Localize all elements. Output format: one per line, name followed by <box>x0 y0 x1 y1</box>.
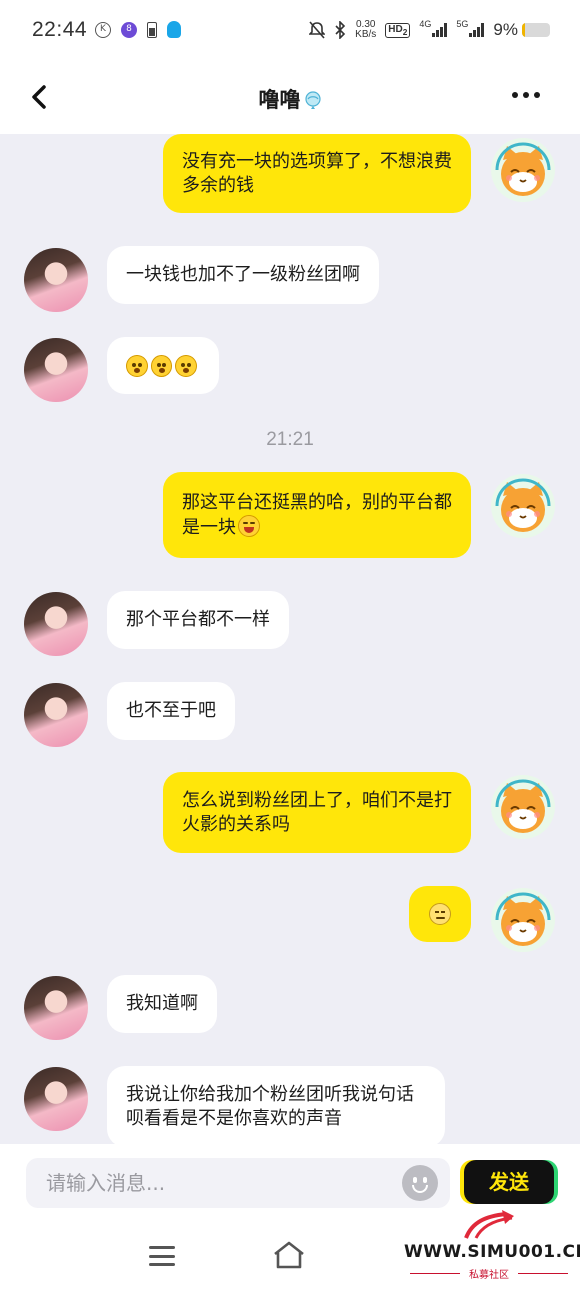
battery-percent: 9% <box>493 20 518 39</box>
message-bubble-received[interactable]: 也不至于吧 <box>107 682 235 740</box>
message-timestamp: 21:21 <box>266 429 314 450</box>
contact-avatar[interactable] <box>24 592 88 656</box>
cat-avatar-icon <box>495 779 551 833</box>
fan-badge-icon <box>304 91 321 109</box>
cat-avatar-icon <box>495 142 551 196</box>
message-bubble-sent[interactable]: 那这平台还挺黑的哈，别的平台都是一块 <box>163 472 471 558</box>
menu-icon[interactable] <box>149 1246 175 1266</box>
net-type-2: 5G <box>456 19 469 29</box>
watermark-logo-icon <box>464 1210 514 1239</box>
more-dots-icon[interactable] <box>512 92 540 98</box>
net-type-1: 4G <box>419 19 432 29</box>
emoji-picker-icon[interactable] <box>402 1165 438 1201</box>
message-bubble-received[interactable]: 我知道啊 <box>107 975 217 1033</box>
message-input-container[interactable] <box>26 1158 450 1208</box>
contact-name: 噜噜 <box>258 88 301 112</box>
flushed-emoji-icon <box>150 354 173 377</box>
k-app-icon: K <box>95 21 111 38</box>
message-bubble-sent[interactable]: 没有充一块的选项算了，不想浪费多余的钱 <box>163 134 471 213</box>
watermark-subtitle: 私募社区 <box>404 1266 574 1281</box>
grin-tongue-emoji-icon <box>238 514 260 537</box>
watermark-text: WWW.SIMU001.CN <box>404 1242 580 1262</box>
send-button[interactable]: 发送 <box>464 1160 554 1204</box>
qq-icon <box>167 21 181 38</box>
hd-voice-icon: HD2 <box>385 22 411 38</box>
status-time: 22:44 <box>32 18 88 41</box>
flushed-emoji-icon <box>126 354 148 377</box>
status-notification-icons: K 8 <box>95 21 181 38</box>
signal-1-icon <box>432 23 448 37</box>
message-bubble-received[interactable]: 我说让你给我加个粉丝团听我说句话呗看看是不是你喜欢的声音 <box>107 1066 445 1144</box>
chat-title[interactable]: 噜噜 <box>0 84 580 114</box>
my-avatar[interactable] <box>491 888 555 952</box>
cat-avatar-icon <box>495 892 551 946</box>
contact-avatar[interactable] <box>24 976 88 1040</box>
battery-icon <box>522 23 550 37</box>
chat-header: 噜噜 <box>0 64 580 134</box>
message-bubble-sent[interactable]: 怎么说到粉丝团上了，咱们不是打火影的关系吗 <box>163 772 471 853</box>
contact-avatar[interactable] <box>24 248 88 312</box>
chat-message-list[interactable]: 没有充一块的选项算了，不想浪费多余的钱 一块钱也加不了一级粉丝团啊 21:21 … <box>0 134 580 1144</box>
contact-avatar[interactable] <box>24 1067 88 1131</box>
home-icon[interactable] <box>272 1240 306 1270</box>
message-bubble-received[interactable]: 一块钱也加不了一级粉丝团啊 <box>107 246 379 304</box>
my-avatar[interactable] <box>491 775 555 839</box>
contact-avatar[interactable] <box>24 338 88 402</box>
contact-avatar[interactable] <box>24 683 88 747</box>
flushed-emoji-icon <box>175 354 198 377</box>
app-notification-icon: 8 <box>121 21 137 38</box>
neutral-emoji-icon <box>429 903 451 925</box>
my-avatar[interactable] <box>491 474 555 538</box>
signal-2-icon <box>469 23 485 37</box>
cat-avatar-icon <box>495 478 551 532</box>
message-bubble-received[interactable]: 那个平台都不一样 <box>107 591 289 649</box>
watermark: WWW.SIMU001.CN 私募社区 <box>404 1208 580 1283</box>
status-system-icons: 0.30 KB/s HD2 4G 5G 9% <box>309 19 550 40</box>
net-speed: 0.30 KB/s <box>355 19 377 40</box>
bluetooth-icon <box>335 21 346 39</box>
message-input[interactable] <box>26 1158 366 1208</box>
mute-bell-icon <box>309 21 326 39</box>
message-bubble-received[interactable] <box>107 337 219 394</box>
battery-saver-icon <box>147 21 157 38</box>
message-bubble-sent[interactable] <box>409 886 471 942</box>
my-avatar[interactable] <box>491 138 555 202</box>
status-bar: 22:44 K 8 0.30 KB/s HD2 4G 5G 9% <box>0 0 580 64</box>
battery-fill <box>522 23 525 37</box>
battery-indicator: 9% <box>493 20 550 40</box>
